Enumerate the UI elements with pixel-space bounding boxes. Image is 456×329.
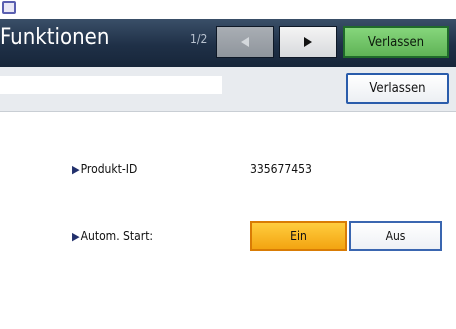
triangle-right-icon (304, 37, 312, 47)
autostart-label: ▶Autom. Start: (72, 229, 154, 243)
product-id-label: ▶Produkt-ID (72, 162, 138, 176)
triangle-left-icon (241, 37, 249, 47)
top-strip (0, 0, 456, 19)
autostart-off-button[interactable]: Aus (349, 221, 442, 251)
autostart-on-button[interactable]: Ein (250, 221, 347, 251)
exit-button[interactable]: Verlassen (346, 73, 449, 104)
exit-button-header[interactable]: Verlassen (343, 26, 449, 58)
page-indicator: 1/2 (190, 32, 208, 46)
toolbar-blank-field (0, 76, 222, 94)
previous-page-button[interactable] (216, 26, 274, 58)
page-title: Funktionen (0, 25, 110, 50)
pointer-arrow-icon: ▶ (72, 230, 80, 243)
pointer-arrow-icon: ▶ (72, 163, 80, 176)
next-page-button[interactable] (279, 26, 337, 58)
product-id-value: 335677453 (250, 162, 312, 176)
screen-corner-icon (2, 1, 16, 14)
